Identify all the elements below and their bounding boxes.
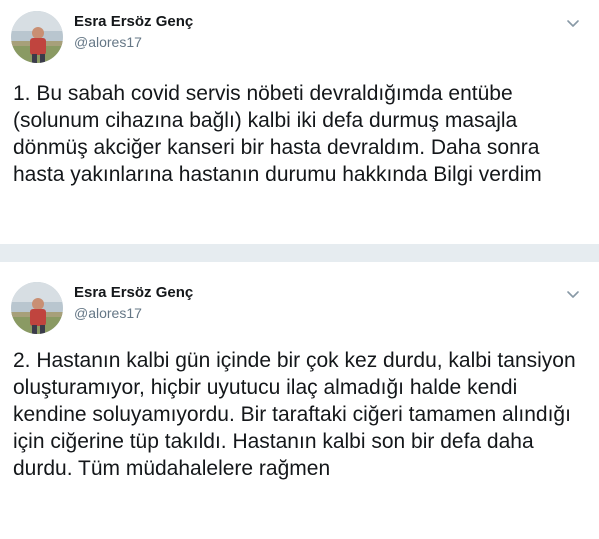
avatar[interactable] [11, 11, 63, 63]
author-handle[interactable]: @alores17 [74, 305, 142, 321]
chevron-down-icon[interactable] [565, 15, 581, 31]
tweet-text: 2. Hastanın kalbi gün içinde bir çok kez… [13, 349, 576, 480]
author-name[interactable]: Esra Ersöz Genç [74, 13, 193, 30]
avatar[interactable] [11, 282, 63, 334]
tweet-text: 1. Bu sabah covid servis nöbeti devraldı… [13, 82, 542, 186]
author-handle[interactable]: @alores17 [74, 34, 142, 50]
chevron-down-icon[interactable] [565, 286, 581, 302]
tweet-divider [0, 244, 599, 262]
tweet-card[interactable]: Esra Ersöz Genç @alores17 1. Bu sabah co… [0, 0, 599, 244]
tweet-card[interactable]: Esra Ersöz Genç @alores17 2. Hastanın ka… [0, 262, 599, 539]
author-name[interactable]: Esra Ersöz Genç [74, 284, 193, 301]
